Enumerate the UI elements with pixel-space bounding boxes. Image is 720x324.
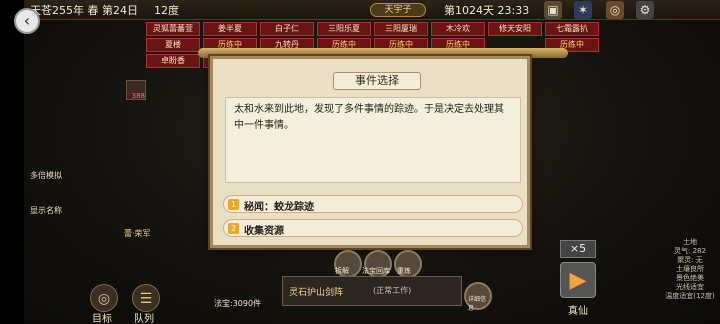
day-time: 第1024天 23:33 — [444, 4, 530, 17]
gear-icon[interactable]: ⚙ — [636, 1, 654, 19]
choice-label: 收集资源 — [244, 226, 284, 237]
play-button[interactable]: ▶ — [560, 262, 596, 298]
event-choice-dialog: 事件选择 太和水来到此地，发现了多件事情的踪迹。于是决定去处理其中一件事情。 1… — [210, 56, 530, 248]
choice-option[interactable]: 1 秘闻：蛟龙踪迹 — [223, 195, 523, 213]
formation-name: 灵石护山剑阵 — [289, 288, 344, 298]
detail-info-button[interactable]: 详细信息 — [464, 282, 492, 312]
back-button[interactable]: ‹ — [14, 8, 40, 34]
resource-icon[interactable]: ◎ — [606, 1, 624, 19]
date-text: 天苍255年 春 第24日 — [30, 4, 138, 17]
grid-cell[interactable]: 姜半夏 — [203, 22, 257, 36]
choice-label: 秘闻：蛟龙踪迹 — [244, 202, 314, 213]
queue-label[interactable]: 队列 — [134, 310, 154, 324]
speed-button[interactable]: ×5 — [560, 240, 596, 258]
side-note: 蕾·荣军 — [124, 229, 151, 238]
disassemble-label: 拆解 — [335, 267, 349, 275]
choice-number: 1 — [228, 199, 239, 210]
save-icon[interactable]: ▣ — [544, 1, 562, 19]
top-status-bar: 天苍255年 春 第24日 12度 天宇子 第1024天 23:33 ▣ ✶ ◎… — [24, 0, 720, 20]
terrain-info-panel: 土地 灵气: 282 聚灵: 无 土壤良所 景色绝美 光线适宜 温度适宜(12度… — [660, 238, 720, 301]
left-black-strip — [0, 0, 24, 324]
detail-info-label: 详细信息 — [468, 296, 487, 312]
mode-label: 真仙 — [568, 306, 588, 317]
temperature-value: 温度适宜(12度) — [665, 292, 715, 300]
grid-cell[interactable]: 白子仁 — [260, 22, 314, 36]
bird-icon[interactable]: ✶ — [574, 1, 592, 19]
grid-cell[interactable]: 七霜露扒 — [545, 22, 599, 36]
treasure-count: 法宝:3090件 — [214, 299, 262, 308]
grid-cell[interactable]: 修天安阳 — [488, 22, 542, 36]
formation-status: (正常工作) — [373, 286, 412, 295]
light-value: 光线适宜 — [676, 283, 704, 291]
grid-cell[interactable]: 三阳乐夏 — [317, 22, 371, 36]
grid-cell[interactable]: 木冷欢 — [431, 22, 485, 36]
dialog-title: 事件选择 — [333, 72, 421, 90]
grid-cell[interactable]: 卓盼香 — [146, 54, 200, 68]
spirit-value: 灵气: 282 — [674, 247, 706, 255]
grid-cell[interactable]: 夏楼 — [146, 38, 200, 52]
dialog-body: 太和水来到此地，发现了多件事情的踪迹。于是决定去处理其中一件事情。 — [225, 97, 521, 183]
choice-option[interactable]: 2 收集资源 — [223, 219, 523, 237]
degree-text: 12度 — [154, 4, 179, 17]
terrain-type: 土地 — [683, 238, 697, 246]
grid-cell[interactable]: 灵狐蕾蕃萱 — [146, 22, 200, 36]
refine-label: 重炼 — [397, 267, 411, 275]
gather-value: 聚灵: 无 — [677, 256, 703, 264]
multi-sim-label[interactable]: 多倍模拟 — [30, 170, 62, 181]
target-icon[interactable]: ◎ — [90, 284, 118, 312]
scene-badge-text: 388 — [131, 92, 145, 100]
scene-marker[interactable]: 388 — [126, 80, 146, 100]
choice-number: 2 — [228, 223, 239, 234]
location-chip[interactable]: 天宇子 — [370, 3, 426, 17]
formation-bar[interactable]: 灵石护山剑阵 (正常工作) — [282, 276, 462, 306]
grid-cell[interactable]: 三阳厦瑞 — [374, 22, 428, 36]
queue-icon[interactable]: ☰ — [132, 284, 160, 312]
scenery-value: 景色绝美 — [676, 274, 704, 282]
show-names-label[interactable]: 显示名称 — [30, 205, 62, 216]
soil-value: 土壤良所 — [676, 265, 704, 273]
return-treasure-label: 法宝回库 — [362, 267, 390, 275]
target-label[interactable]: 目标 — [92, 310, 112, 324]
